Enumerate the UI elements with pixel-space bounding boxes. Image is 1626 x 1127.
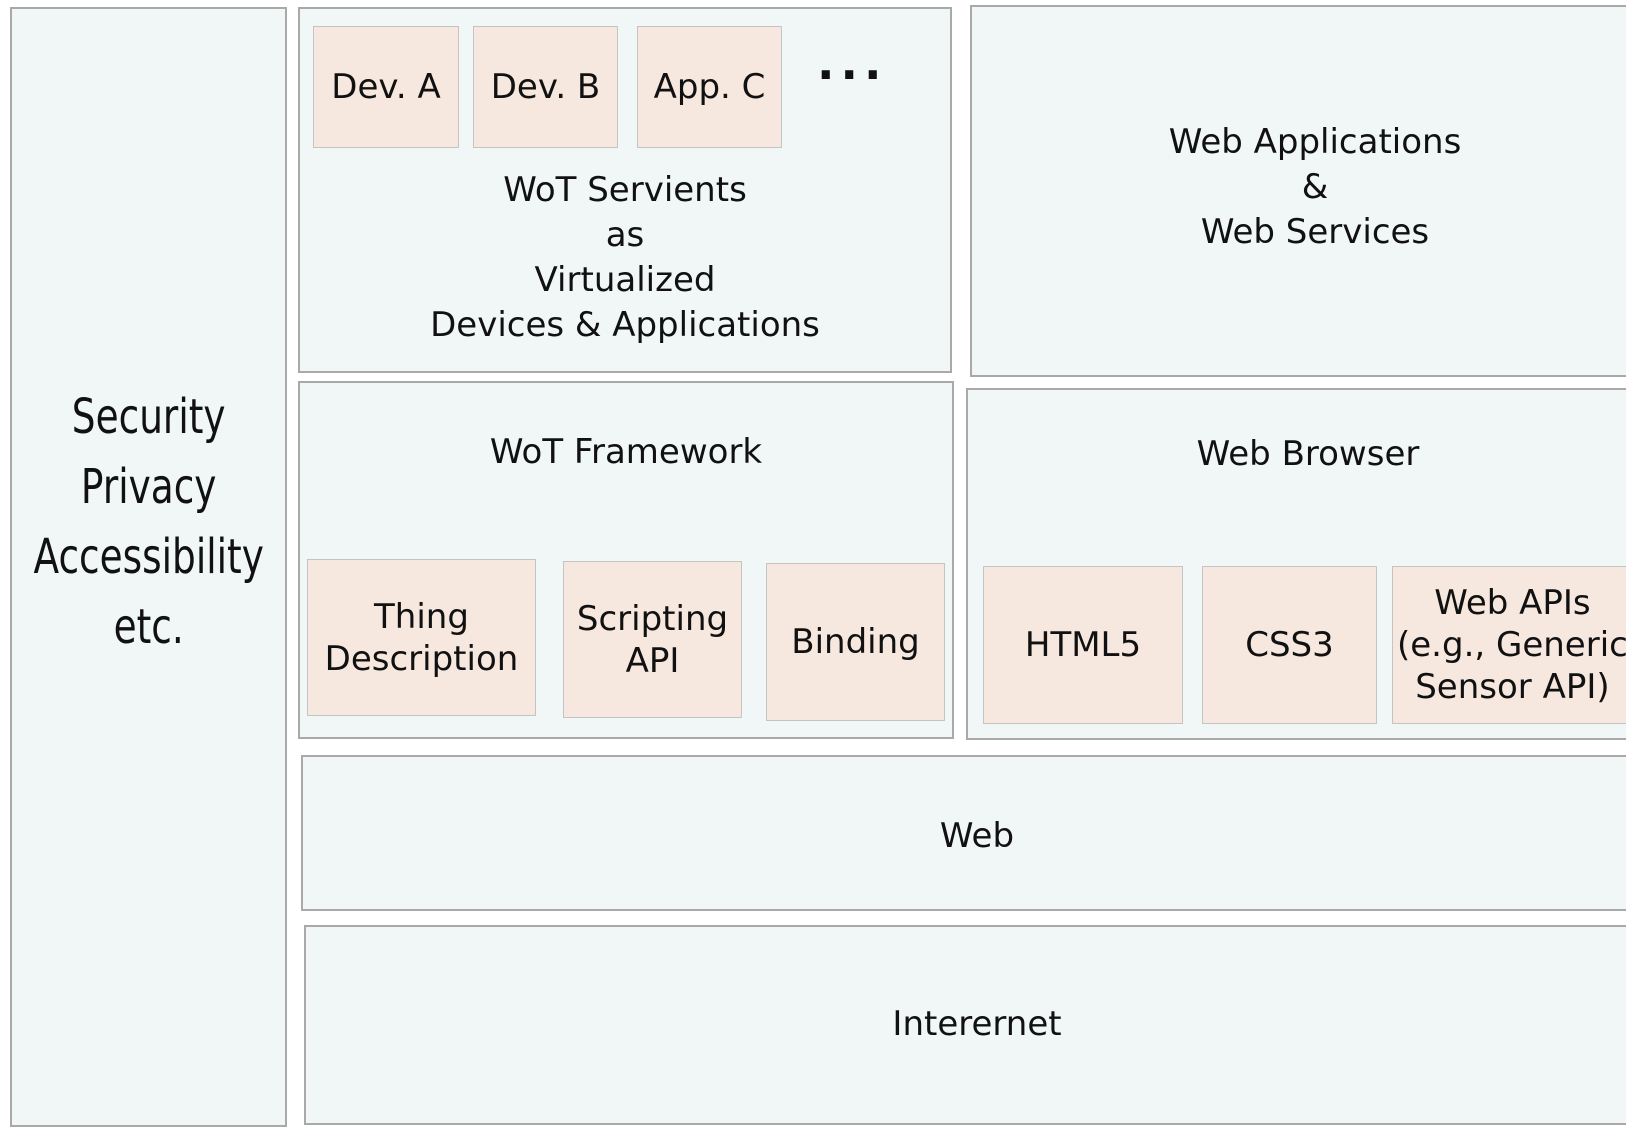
framework-binding: Binding bbox=[766, 563, 945, 721]
browser-html5: HTML5 bbox=[983, 566, 1183, 724]
servient-dev-a: Dev. A bbox=[313, 26, 459, 148]
internet-label: Interernet bbox=[892, 1004, 1062, 1044]
framework-thing-description: Thing Description bbox=[307, 559, 536, 716]
framework-scripting-api: Scripting API bbox=[563, 561, 742, 718]
cross-cutting-concerns-label: Security Privacy Accessibility etc. bbox=[33, 389, 264, 655]
servient-dev-b: Dev. B bbox=[473, 26, 618, 148]
servient-app-c: App. C bbox=[637, 26, 782, 148]
cross-cutting-concerns-container: Security Privacy Accessibility etc. bbox=[10, 7, 287, 1127]
browser-css3: CSS3 bbox=[1202, 566, 1377, 724]
web-label: Web bbox=[939, 816, 1015, 856]
servients-more-ellipsis: ... bbox=[817, 36, 888, 90]
web-applications-label: Web Applications & Web Services bbox=[1168, 122, 1462, 252]
wot-servients-label: WoT Servients as Virtualized Devices & A… bbox=[430, 170, 820, 345]
web-browser-label: Web Browser bbox=[1196, 434, 1420, 474]
wot-framework-label: WoT Framework bbox=[489, 432, 763, 472]
browser-web-apis: Web APIs (e.g., Generic Sensor API) bbox=[1392, 566, 1626, 724]
